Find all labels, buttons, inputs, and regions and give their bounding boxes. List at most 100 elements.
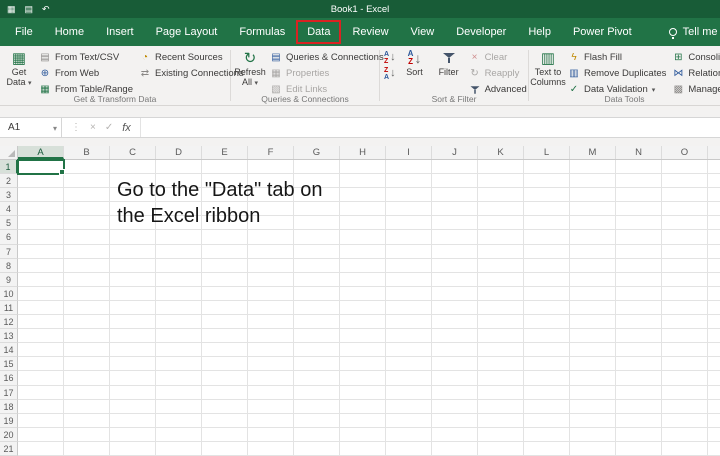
cell-O12[interactable] <box>662 315 708 330</box>
cell-N14[interactable] <box>616 343 662 358</box>
cell-N10[interactable] <box>616 286 662 301</box>
consolidate-button[interactable]: ⊞ Consolidate <box>669 50 720 65</box>
cell-D9[interactable] <box>156 272 202 287</box>
cell-O8[interactable] <box>662 258 708 273</box>
cell-F20[interactable] <box>248 427 294 442</box>
cell-J3[interactable] <box>432 188 478 203</box>
cell-E7[interactable] <box>202 244 248 259</box>
cell-H4[interactable] <box>340 202 386 217</box>
properties-button[interactable]: ▦ Properties <box>267 66 387 81</box>
cell-F15[interactable] <box>248 357 294 372</box>
cell-J7[interactable] <box>432 244 478 259</box>
cell-M9[interactable] <box>570 272 616 287</box>
cell-B16[interactable] <box>64 371 110 386</box>
cell-G2[interactable] <box>294 174 340 189</box>
cell-M12[interactable] <box>570 315 616 330</box>
row-header-10[interactable]: 10 <box>0 286 18 301</box>
cell-G6[interactable] <box>294 230 340 245</box>
cell-H3[interactable] <box>340 188 386 203</box>
cell-K8[interactable] <box>478 258 524 273</box>
column-header-C[interactable]: C <box>110 146 156 159</box>
cell-I17[interactable] <box>386 385 432 400</box>
cell-J10[interactable] <box>432 286 478 301</box>
cell-H16[interactable] <box>340 371 386 386</box>
cell-K3[interactable] <box>478 188 524 203</box>
cell-F6[interactable] <box>248 230 294 245</box>
cell-E14[interactable] <box>202 343 248 358</box>
cell-F1[interactable] <box>248 160 294 175</box>
cell-L12[interactable] <box>524 315 570 330</box>
cell-C18[interactable] <box>110 399 156 414</box>
cell-J8[interactable] <box>432 258 478 273</box>
row-header-13[interactable]: 13 <box>0 329 18 344</box>
cell-H11[interactable] <box>340 300 386 316</box>
cell-N1[interactable] <box>616 160 662 175</box>
cell-C6[interactable] <box>110 230 156 245</box>
cell-E9[interactable] <box>202 272 248 287</box>
cell-A21[interactable] <box>18 441 64 456</box>
cell-B10[interactable] <box>64 286 110 301</box>
column-header-O[interactable]: O <box>662 146 708 159</box>
save-icon[interactable]: ▤ <box>25 4 34 15</box>
row-header-18[interactable]: 18 <box>0 399 18 414</box>
cell-H13[interactable] <box>340 329 386 344</box>
cell-D8[interactable] <box>156 258 202 273</box>
cell-D4[interactable] <box>156 202 202 217</box>
cell-C1[interactable] <box>110 160 156 175</box>
column-header-H[interactable]: H <box>340 146 386 159</box>
cell-C14[interactable] <box>110 343 156 358</box>
cell-D16[interactable] <box>156 371 202 386</box>
cell-L14[interactable] <box>524 343 570 358</box>
cell-A5[interactable] <box>18 216 64 231</box>
cell-P4[interactable] <box>708 202 720 217</box>
cell-K10[interactable] <box>478 286 524 301</box>
cell-O2[interactable] <box>662 174 708 189</box>
cell-J6[interactable] <box>432 230 478 245</box>
cell-F7[interactable] <box>248 244 294 259</box>
cell-G10[interactable] <box>294 286 340 301</box>
row-header-16[interactable]: 16 <box>0 371 18 386</box>
cell-E19[interactable] <box>202 413 248 428</box>
cell-F14[interactable] <box>248 343 294 358</box>
cell-K16[interactable] <box>478 371 524 386</box>
cell-E10[interactable] <box>202 286 248 301</box>
cell-A9[interactable] <box>18 272 64 287</box>
cell-D12[interactable] <box>156 315 202 330</box>
cell-H20[interactable] <box>340 427 386 442</box>
cell-F11[interactable] <box>248 300 294 316</box>
row-header-12[interactable]: 12 <box>0 315 18 330</box>
cell-E13[interactable] <box>202 329 248 344</box>
cell-F19[interactable] <box>248 413 294 428</box>
cell-L17[interactable] <box>524 385 570 400</box>
cell-C21[interactable] <box>110 441 156 456</box>
cell-N6[interactable] <box>616 230 662 245</box>
cell-B2[interactable] <box>64 174 110 189</box>
cell-H15[interactable] <box>340 357 386 372</box>
cell-O16[interactable] <box>662 371 708 386</box>
cell-P16[interactable] <box>708 371 720 386</box>
cell-E8[interactable] <box>202 258 248 273</box>
row-header-9[interactable]: 9 <box>0 272 18 287</box>
flash-fill-button[interactable]: ϟ Flash Fill <box>565 50 669 65</box>
cell-G18[interactable] <box>294 399 340 414</box>
cell-J20[interactable] <box>432 427 478 442</box>
cell-A4[interactable] <box>18 202 64 217</box>
row-header-17[interactable]: 17 <box>0 385 18 400</box>
cell-F9[interactable] <box>248 272 294 287</box>
cell-K1[interactable] <box>478 160 524 175</box>
cell-F21[interactable] <box>248 441 294 456</box>
row-header-6[interactable]: 6 <box>0 230 18 245</box>
cell-H12[interactable] <box>340 315 386 330</box>
cell-J16[interactable] <box>432 371 478 386</box>
cell-P3[interactable] <box>708 188 720 203</box>
cell-I16[interactable] <box>386 371 432 386</box>
cell-K11[interactable] <box>478 300 524 316</box>
undo-icon[interactable]: ↶ <box>42 4 50 15</box>
cell-M7[interactable] <box>570 244 616 259</box>
cell-G15[interactable] <box>294 357 340 372</box>
cell-P21[interactable] <box>708 442 720 456</box>
cell-D19[interactable] <box>156 413 202 428</box>
cell-K15[interactable] <box>478 357 524 372</box>
cell-F3[interactable] <box>248 188 294 203</box>
cell-O1[interactable] <box>662 160 708 175</box>
